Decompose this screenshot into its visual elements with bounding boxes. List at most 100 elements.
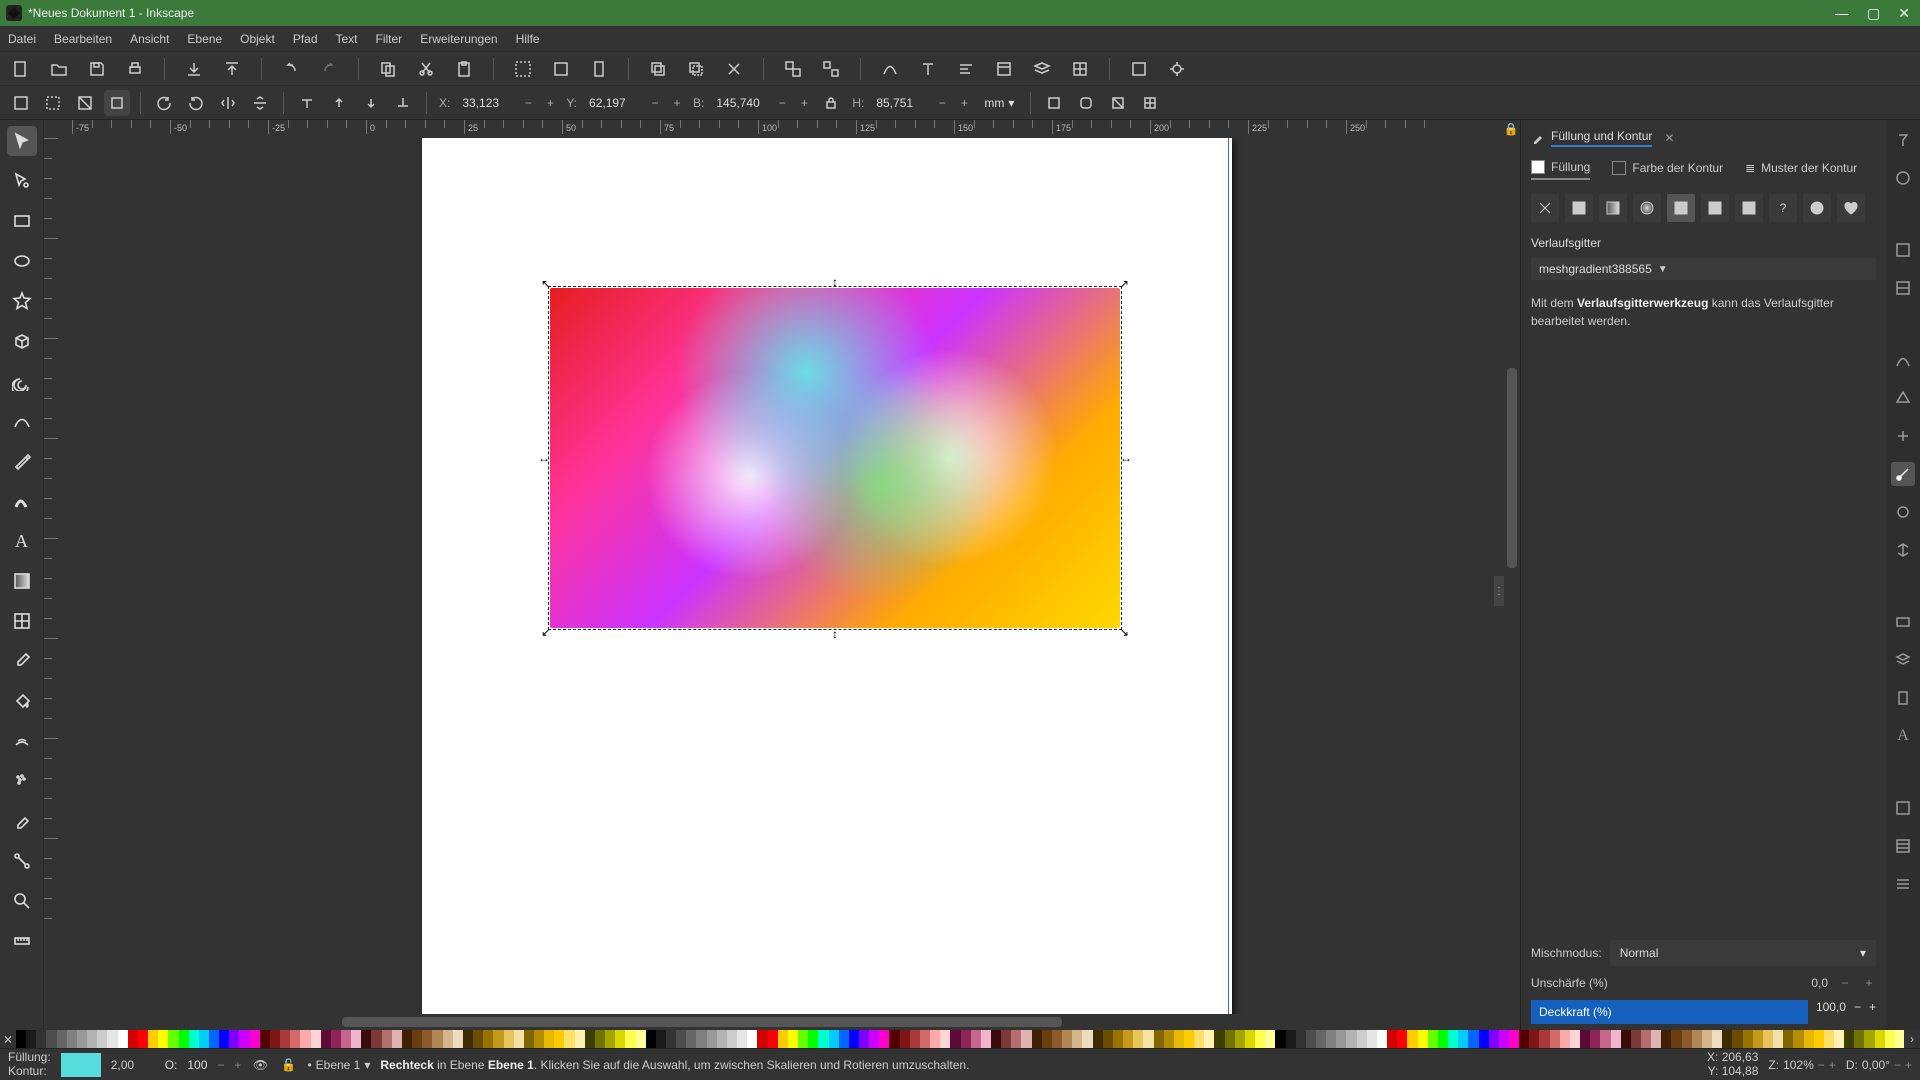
gradient-tool[interactable] [7,566,37,596]
window-minimize-button[interactable]: — [1835,5,1849,22]
clone-button[interactable] [683,56,709,82]
palette-swatch[interactable] [77,1030,87,1048]
guide-lock-button[interactable]: 🔒 [1502,120,1520,138]
palette-swatch[interactable] [1133,1030,1143,1048]
menu-item[interactable]: Erweiterungen [420,32,497,46]
palette-swatch[interactable] [1875,1030,1885,1048]
fill-unknown-button[interactable]: ? [1769,194,1797,222]
ellipse-tool[interactable] [7,246,37,276]
dock-icon[interactable] [1891,538,1915,562]
palette-swatch[interactable] [1661,1030,1671,1048]
palette-swatch[interactable] [300,1030,310,1048]
select-all-button[interactable] [40,90,66,116]
palette-swatch[interactable] [250,1030,260,1048]
palette-swatch[interactable] [1783,1030,1793,1048]
palette-swatch[interactable] [879,1030,889,1048]
rotate-ccw-button[interactable] [151,90,177,116]
opacity-slider[interactable]: Deckkraft (%) [1531,1000,1808,1024]
palette-swatch[interactable] [107,1030,117,1048]
lower-button[interactable] [358,90,384,116]
palette-menu-button[interactable]: › [1904,1030,1920,1048]
palette-swatch[interactable] [1763,1030,1773,1048]
scale-stroke-button[interactable] [1041,90,1067,116]
opacity-dec[interactable]: − [217,1058,224,1072]
rotation-control[interactable]: D:0,00° −+ [1846,1058,1912,1072]
rectangle-tool[interactable] [7,206,37,236]
palette-swatch[interactable] [453,1030,463,1048]
palette-swatch[interactable] [260,1030,270,1048]
move-pattern-button[interactable] [1137,90,1163,116]
palette-swatch[interactable] [1489,1030,1499,1048]
menu-item[interactable]: Bearbeiten [54,32,112,46]
paste-button[interactable] [451,56,477,82]
palette-swatch[interactable] [707,1030,717,1048]
palette-swatch[interactable] [1743,1030,1753,1048]
dock-icon[interactable] [1891,796,1915,820]
palette-swatch[interactable] [483,1030,493,1048]
scale-handle-e[interactable]: ↔ [1120,452,1132,464]
zoom-selection-button[interactable] [510,56,536,82]
palette-swatch[interactable] [239,1030,249,1048]
palette-swatch[interactable] [1387,1030,1397,1048]
palette-swatch[interactable] [818,1030,828,1048]
print-button[interactable] [122,56,148,82]
palette-swatch[interactable] [341,1030,351,1048]
palette-swatch[interactable] [717,1030,727,1048]
palette-swatch[interactable] [1773,1030,1783,1048]
opacity-decrement[interactable]: − [1854,1000,1861,1014]
y-increment[interactable]: + [669,92,685,114]
pencil-tool[interactable] [7,406,37,436]
dock-collapse-button[interactable]: ⋮ [1494,576,1504,606]
paint-bucket-tool[interactable] [7,686,37,716]
palette-swatch[interactable] [280,1030,290,1048]
palette-swatch[interactable] [676,1030,686,1048]
dock-icon[interactable] [1891,276,1915,300]
palette-swatch[interactable] [1814,1030,1824,1048]
palette-swatch[interactable] [57,1030,67,1048]
canvas[interactable]: ↖ ↕ ↗ ↔ ↔ ↙ ↕ ↘ ⋮ [62,138,1504,1014]
palette-swatch[interactable] [1448,1030,1458,1048]
zoom-tool[interactable] [7,886,37,916]
palette-swatch[interactable] [1103,1030,1113,1048]
palette-swatch[interactable] [961,1030,971,1048]
fill-mesh-button[interactable] [1667,194,1695,222]
palette-swatch[interactable] [768,1030,778,1048]
menu-item[interactable]: Filter [376,32,403,46]
palette-swatch[interactable] [1316,1030,1326,1048]
palette-none-swatch[interactable]: ⨯ [0,1030,16,1048]
unlink-clone-button[interactable] [721,56,747,82]
mesh-gradient-select[interactable]: meshgradient388565▼ [1531,258,1876,280]
palette-swatch[interactable] [849,1030,859,1048]
ruler-origin-corner[interactable] [44,120,62,138]
dock-icon[interactable] [1891,872,1915,896]
palette-swatch[interactable] [331,1030,341,1048]
align-dialog-button[interactable] [953,56,979,82]
stroke-paint-tab[interactable]: Farbe der Kontur [1612,160,1723,180]
scale-corners-button[interactable] [1073,90,1099,116]
fill-none-button[interactable] [1531,194,1559,222]
text-tool[interactable]: A [7,526,37,556]
palette-swatch[interactable] [666,1030,676,1048]
palette-swatch[interactable] [1468,1030,1478,1048]
layers-dialog-button[interactable] [1029,56,1055,82]
palette-swatch[interactable] [504,1030,514,1048]
x-increment[interactable]: + [542,92,558,114]
palette-swatch[interactable] [1286,1030,1296,1048]
zoom-drawing-button[interactable] [548,56,574,82]
palette-swatch[interactable] [189,1030,199,1048]
dock-icon[interactable] [1891,500,1915,524]
palette-swatch[interactable] [209,1030,219,1048]
palette-swatch[interactable] [392,1030,402,1048]
dock-icon[interactable] [1891,128,1915,152]
palette-swatch[interactable] [1641,1030,1651,1048]
palette-swatch[interactable] [311,1030,321,1048]
select-all-layers-button[interactable] [8,90,34,116]
palette-swatch[interactable] [900,1030,910,1048]
palette-swatch[interactable] [1255,1030,1265,1048]
palette-swatch[interactable] [686,1030,696,1048]
palette-swatch[interactable] [1032,1030,1042,1048]
objects-dialog-button[interactable] [1067,56,1093,82]
palette-swatch[interactable] [595,1030,605,1048]
scale-handle-sw[interactable]: ↙ [540,626,552,638]
selectors-dialog-button[interactable] [1126,56,1152,82]
